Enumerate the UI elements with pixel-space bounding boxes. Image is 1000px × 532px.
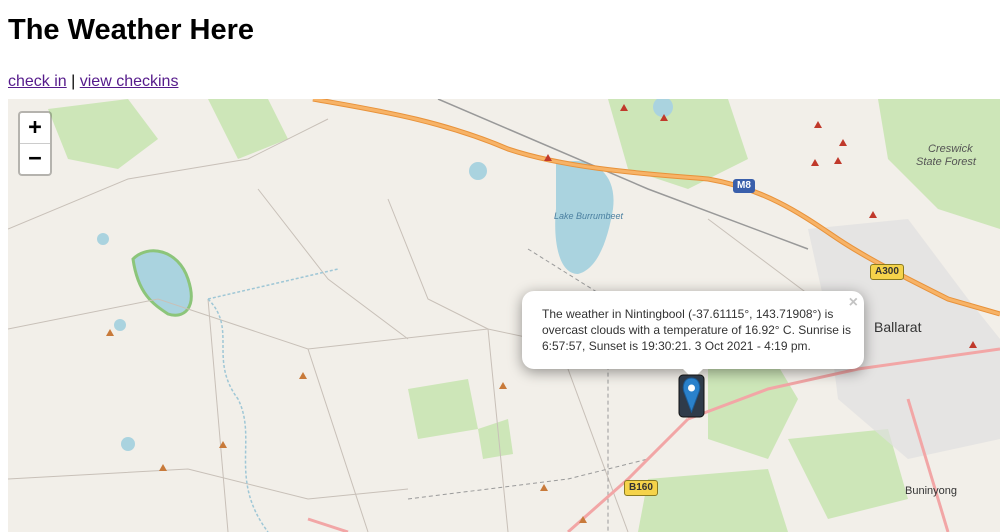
weather-popup: × The weather in Nintingbool (-37.61115°… [522, 291, 864, 369]
weather-popup-text: The weather in Nintingbool (-37.61115°, … [542, 307, 851, 353]
map-marker-icon[interactable] [678, 374, 708, 422]
m8-shield: M8 [733, 179, 755, 193]
check-in-link[interactable]: check in [8, 73, 67, 90]
creswick-forest-label: State Forest [916, 156, 976, 168]
lake-label: Lake Burrumbeet [554, 211, 624, 221]
hill-markers [106, 329, 587, 523]
creswick-label: Creswick [928, 143, 973, 155]
main-road [307, 517, 349, 532]
buninyong-label: Buninyong [905, 485, 957, 497]
creek [207, 298, 269, 532]
zoom-control: + − [18, 111, 52, 176]
nav-links: check in | view checkins [8, 73, 178, 91]
zoom-in-button[interactable]: + [20, 113, 50, 144]
forest-area [208, 99, 288, 159]
pond [121, 437, 135, 451]
forest-area [48, 99, 158, 169]
nav-separator: | [66, 73, 80, 90]
pond [114, 319, 126, 331]
pond [469, 162, 487, 180]
forest-area [478, 419, 513, 459]
view-checkins-link[interactable]: view checkins [80, 73, 179, 90]
lake [131, 249, 193, 317]
page-title: The Weather Here [8, 14, 255, 46]
creek [207, 268, 339, 300]
zoom-out-button[interactable]: − [20, 144, 50, 174]
map-view[interactable]: Creswick State Forest Lake Burrumbeet Ba… [8, 99, 1000, 532]
ballarat-label: Ballarat [874, 319, 922, 335]
pond [97, 233, 109, 245]
b160-shield: B160 [624, 480, 658, 496]
forest-area [408, 379, 478, 439]
a300-shield: A300 [870, 264, 904, 280]
forest-area [638, 469, 788, 532]
